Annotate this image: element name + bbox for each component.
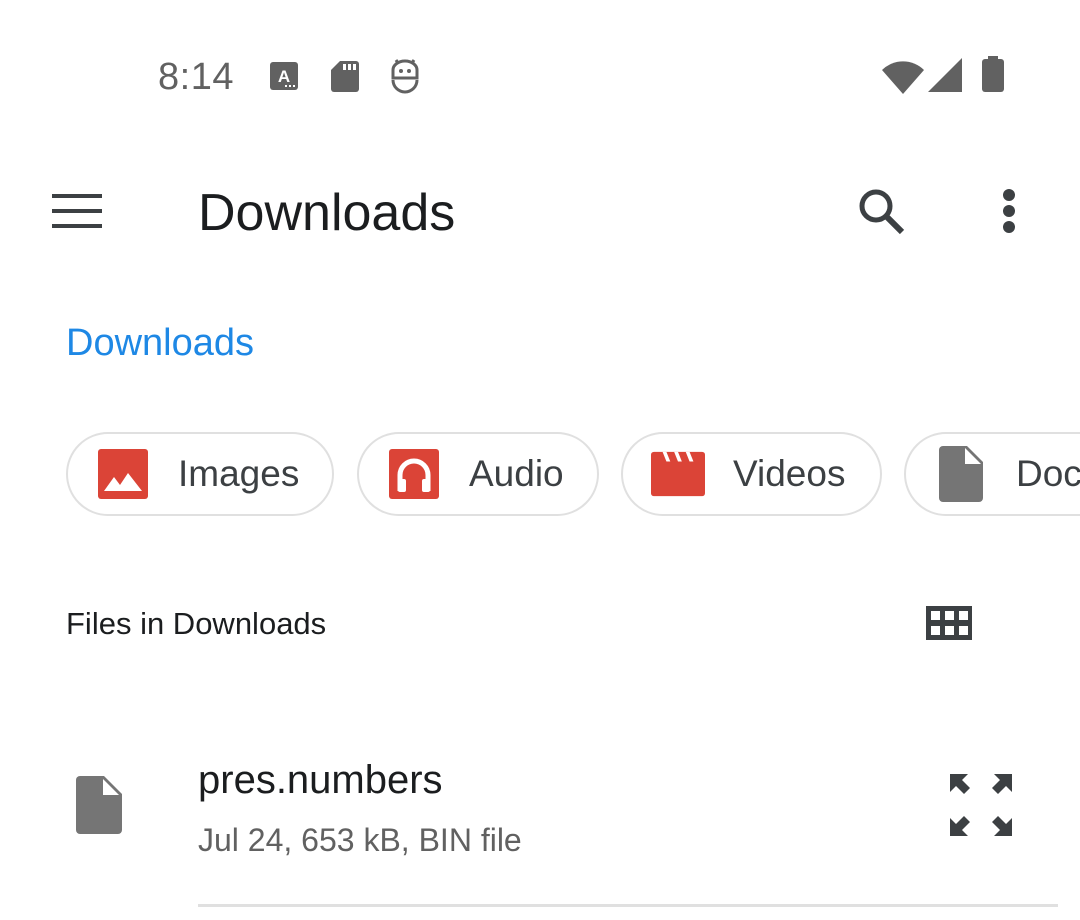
file-list-item[interactable] (0, 730, 1080, 910)
file-preview-button[interactable] (940, 764, 1022, 846)
more-vert-icon (1003, 189, 1015, 233)
navigation-menu-button[interactable] (40, 180, 116, 244)
chip-images[interactable]: Images (66, 432, 334, 516)
chip-label: Doc (1016, 453, 1080, 494)
chip-label: Videos (733, 453, 846, 494)
expand-icon (950, 774, 1012, 836)
movie-clapper-icon (651, 447, 705, 501)
image-icon (96, 447, 150, 501)
file-name: pres.numbers (198, 758, 443, 802)
android-debug-icon (391, 59, 419, 94)
page-title: Downloads (198, 184, 456, 242)
view-toggle-button[interactable] (916, 596, 982, 652)
headphones-icon (387, 447, 441, 501)
section-title: Files in Downloads (66, 606, 327, 641)
file-icon (76, 776, 122, 834)
search-icon (859, 189, 905, 235)
file-meta: Jul 24, 653 kB, BIN file (198, 822, 522, 858)
wifi-icon (882, 61, 924, 94)
breadcrumb-downloads[interactable]: Downloads (66, 322, 254, 365)
font-a-icon: A (270, 62, 298, 90)
document-icon (934, 446, 988, 502)
grid-view-icon (926, 606, 972, 640)
sd-card-icon (331, 61, 359, 92)
status-time: 8:14 (158, 56, 234, 98)
chip-videos[interactable]: Videos (621, 432, 882, 516)
chip-audio[interactable]: Audio (357, 432, 599, 516)
chip-documents[interactable]: Doc (904, 432, 1080, 516)
chip-label: Images (178, 453, 300, 494)
search-button[interactable] (848, 180, 914, 246)
cellular-signal-icon (928, 58, 962, 92)
chip-label: Audio (469, 453, 564, 494)
hamburger-menu-icon (52, 194, 102, 228)
list-divider (198, 904, 1058, 907)
svg-text:A: A (278, 67, 290, 86)
battery-icon (982, 56, 1004, 92)
more-options-button[interactable] (984, 180, 1034, 246)
